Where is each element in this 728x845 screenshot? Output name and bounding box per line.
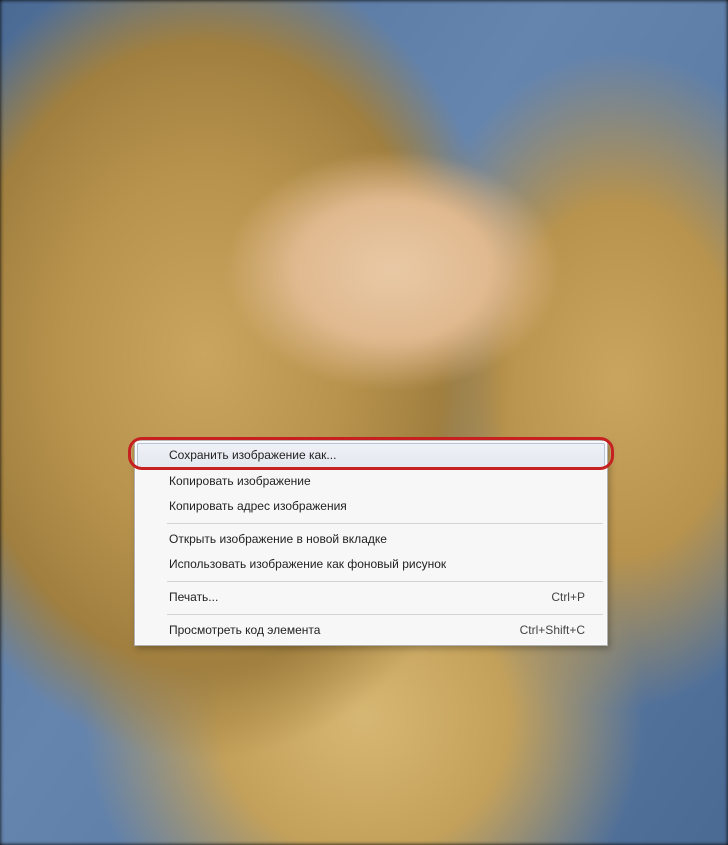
- menu-item-label: Копировать адрес изображения: [169, 499, 347, 515]
- menu-separator: [167, 581, 603, 582]
- menu-item-copy-image-address[interactable]: Копировать адрес изображения: [137, 494, 605, 520]
- menu-item-shortcut: Ctrl+Shift+C: [520, 623, 585, 639]
- menu-item-label: Сохранить изображение как...: [169, 448, 336, 464]
- menu-separator: [167, 614, 603, 615]
- context-menu: Сохранить изображение как... Копировать …: [134, 440, 608, 646]
- menu-item-label: Печать...: [169, 590, 218, 606]
- background-image[interactable]: [0, 0, 728, 845]
- menu-item-save-image-as[interactable]: Сохранить изображение как...: [137, 443, 605, 469]
- menu-item-shortcut: Ctrl+P: [551, 590, 585, 606]
- menu-item-print[interactable]: Печать... Ctrl+P: [137, 585, 605, 611]
- menu-item-inspect-element[interactable]: Просмотреть код элемента Ctrl+Shift+C: [137, 618, 605, 644]
- menu-item-set-as-background[interactable]: Использовать изображение как фоновый рис…: [137, 552, 605, 578]
- menu-separator: [167, 523, 603, 524]
- menu-item-label: Использовать изображение как фоновый рис…: [169, 557, 446, 573]
- menu-item-copy-image[interactable]: Копировать изображение: [137, 469, 605, 495]
- menu-item-open-in-new-tab[interactable]: Открыть изображение в новой вкладке: [137, 527, 605, 553]
- menu-item-label: Просмотреть код элемента: [169, 623, 320, 639]
- menu-item-label: Открыть изображение в новой вкладке: [169, 532, 387, 548]
- menu-item-label: Копировать изображение: [169, 474, 311, 490]
